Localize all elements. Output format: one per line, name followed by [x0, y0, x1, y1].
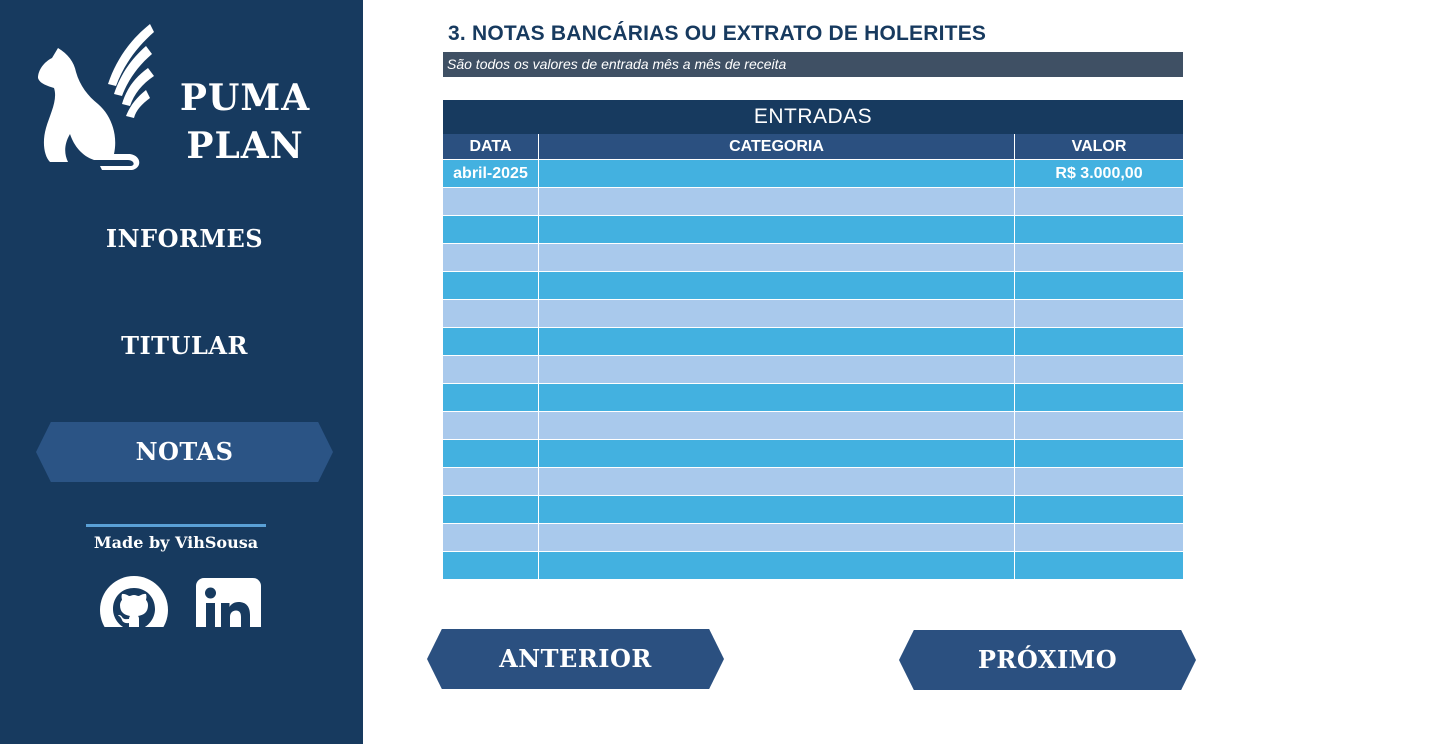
cell-categoria[interactable] — [539, 440, 1015, 468]
column-header-valor: VALOR — [1015, 134, 1183, 160]
column-header-categoria: CATEGORIA — [539, 134, 1015, 160]
table-row — [443, 328, 1183, 356]
table-row — [443, 440, 1183, 468]
entries-table: ENTRADAS DATA CATEGORIA VALOR abril-2025… — [443, 100, 1183, 580]
cell-categoria[interactable] — [539, 188, 1015, 216]
cell-valor[interactable] — [1015, 552, 1183, 580]
cell-categoria[interactable] — [539, 384, 1015, 412]
cell-categoria[interactable] — [539, 356, 1015, 384]
cell-valor[interactable] — [1015, 440, 1183, 468]
sidebar-item-titular[interactable]: TITULAR — [36, 316, 333, 376]
table-header-row: DATA CATEGORIA VALOR — [443, 134, 1183, 160]
cell-valor[interactable] — [1015, 300, 1183, 328]
table-row — [443, 300, 1183, 328]
table-row — [443, 188, 1183, 216]
cell-data[interactable] — [443, 412, 539, 440]
winged-puma-icon — [38, 24, 154, 170]
brand-line-1: PUMA — [179, 77, 311, 119]
cell-categoria[interactable] — [539, 552, 1015, 580]
cell-valor[interactable] — [1015, 272, 1183, 300]
credit-divider — [86, 524, 266, 527]
cell-data[interactable] — [443, 188, 539, 216]
brand-line-2: PLAN — [186, 125, 304, 167]
table-row — [443, 412, 1183, 440]
page-subtitle: São todos os valores de entrada mês a mê… — [447, 56, 787, 72]
table-body: abril-2025 R$ 3.000,00 — [443, 160, 1183, 580]
sidebar-item-notas[interactable]: NOTAS — [36, 422, 333, 482]
cell-categoria[interactable] — [539, 412, 1015, 440]
cell-data[interactable] — [443, 272, 539, 300]
cell-data[interactable] — [443, 552, 539, 580]
table-row — [443, 244, 1183, 272]
cell-categoria[interactable] — [539, 496, 1015, 524]
table-row — [443, 468, 1183, 496]
cell-valor[interactable] — [1015, 468, 1183, 496]
table-row — [443, 384, 1183, 412]
cell-categoria[interactable] — [539, 524, 1015, 552]
cell-data[interactable] — [443, 524, 539, 552]
page-title: 3. NOTAS BANCÁRIAS OU EXTRATO DE HOLERIT… — [448, 22, 987, 45]
cell-valor[interactable] — [1015, 496, 1183, 524]
cell-data[interactable]: abril-2025 — [443, 160, 539, 188]
cell-data[interactable] — [443, 300, 539, 328]
cell-valor[interactable] — [1015, 216, 1183, 244]
cell-valor[interactable] — [1015, 384, 1183, 412]
table-row — [443, 356, 1183, 384]
cell-data[interactable] — [443, 216, 539, 244]
cell-valor[interactable] — [1015, 524, 1183, 552]
table-row — [443, 496, 1183, 524]
cell-valor[interactable] — [1015, 356, 1183, 384]
cell-data[interactable] — [443, 496, 539, 524]
brand-name: PUMA PLAN — [170, 74, 320, 170]
cell-categoria[interactable] — [539, 272, 1015, 300]
cell-data[interactable] — [443, 244, 539, 272]
next-button[interactable]: PRÓXIMO — [899, 630, 1196, 690]
cell-categoria[interactable] — [539, 244, 1015, 272]
sidebar-item-informes[interactable]: INFORMES — [36, 209, 333, 269]
cell-valor[interactable] — [1015, 328, 1183, 356]
table-row: abril-2025 R$ 3.000,00 — [443, 160, 1183, 188]
cell-categoria[interactable] — [539, 328, 1015, 356]
table-title: ENTRADAS — [443, 100, 1183, 134]
table-row — [443, 524, 1183, 552]
cell-valor[interactable] — [1015, 244, 1183, 272]
cell-valor[interactable]: R$ 3.000,00 — [1015, 160, 1183, 188]
table-row — [443, 552, 1183, 580]
cell-data[interactable] — [443, 440, 539, 468]
cell-categoria[interactable] — [539, 468, 1015, 496]
table-row — [443, 216, 1183, 244]
cell-categoria[interactable] — [539, 160, 1015, 188]
table-row — [443, 272, 1183, 300]
cell-valor[interactable] — [1015, 188, 1183, 216]
cell-data[interactable] — [443, 328, 539, 356]
previous-button[interactable]: ANTERIOR — [427, 629, 724, 689]
subtitle-bar: São todos os valores de entrada mês a mê… — [443, 52, 1183, 77]
column-header-data: DATA — [443, 134, 539, 160]
cell-categoria[interactable] — [539, 300, 1015, 328]
cell-valor[interactable] — [1015, 412, 1183, 440]
cell-data[interactable] — [443, 356, 539, 384]
cell-data[interactable] — [443, 384, 539, 412]
cell-categoria[interactable] — [539, 216, 1015, 244]
credit-text: Made by VihSousa — [93, 533, 259, 552]
cell-data[interactable] — [443, 468, 539, 496]
sidebar-footer-area — [0, 627, 363, 744]
